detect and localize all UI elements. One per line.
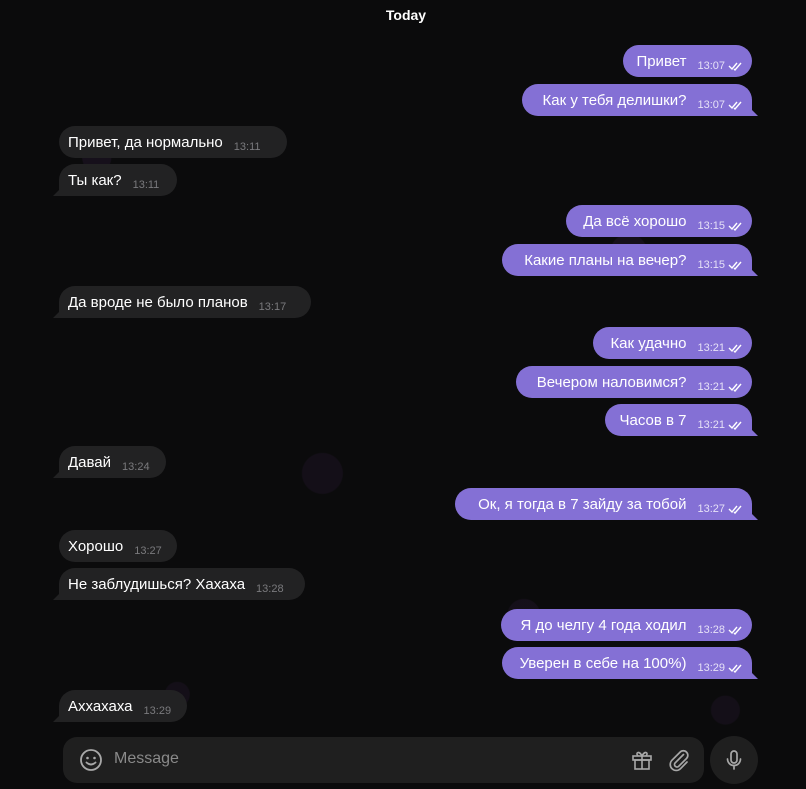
double-check-icon xyxy=(728,344,742,353)
message-text: Аххахаха xyxy=(68,697,133,715)
outgoing-message[interactable]: Привет 13:07 xyxy=(623,45,752,77)
incoming-message[interactable]: Ты как? 13:11 xyxy=(53,164,177,196)
outgoing-message[interactable]: Уверен в себе на 100%) 13:29 xyxy=(502,647,758,679)
message-time: 13:11 xyxy=(132,178,160,191)
message-text: Как удачно xyxy=(610,334,687,352)
message-time: 13:29 xyxy=(697,661,725,674)
message-time: 13:17 xyxy=(258,300,287,313)
message-text: Привет xyxy=(636,52,687,70)
message-time: 13:15 xyxy=(697,219,725,232)
outgoing-message[interactable]: Ок, я тогда в 7 зайду за тобой 13:27 xyxy=(455,488,758,520)
message-text: Привет, да нормально xyxy=(68,133,223,151)
outgoing-message[interactable]: Да всё хорошо 13:15 xyxy=(566,205,752,237)
paperclip-icon[interactable] xyxy=(667,748,691,777)
outgoing-message[interactable]: Часов в 7 13:21 xyxy=(605,404,758,436)
outgoing-message[interactable]: Вечером наловимся? 13:21 xyxy=(516,366,752,398)
message-time: 13:15 xyxy=(697,258,725,271)
incoming-message[interactable]: Да вроде не было планов 13:17 xyxy=(53,286,311,318)
double-check-icon xyxy=(728,261,742,270)
message-time: 13:29 xyxy=(143,704,172,717)
message-text: Уверен в себе на 100%) xyxy=(519,654,687,672)
double-check-icon xyxy=(728,383,742,392)
message-input[interactable]: Message xyxy=(114,750,179,768)
message-text: Ок, я тогда в 7 зайду за тобой xyxy=(478,495,687,513)
message-time: 13:11 xyxy=(233,140,261,153)
message-text: Ты как? xyxy=(68,171,122,189)
double-check-icon xyxy=(728,101,742,110)
incoming-message[interactable]: Привет, да нормально 13:11 xyxy=(59,126,287,158)
message-text: Да всё хорошо xyxy=(583,212,687,230)
message-text: Да вроде не было планов xyxy=(68,293,248,311)
double-check-icon xyxy=(728,62,742,71)
gift-icon[interactable] xyxy=(630,748,654,777)
smile-icon[interactable] xyxy=(79,748,103,777)
chat-window: Today Привет 13:07 Как у тебя делишки? 1… xyxy=(0,0,806,789)
date-separator: Today xyxy=(385,7,427,23)
message-text: Я до челгу 4 года ходил xyxy=(520,616,687,634)
message-time: 13:07 xyxy=(697,59,725,72)
outgoing-message[interactable]: Я до челгу 4 года ходил 13:28 xyxy=(501,609,752,641)
microphone-icon xyxy=(726,750,742,770)
incoming-message[interactable]: Аххахаха 13:29 xyxy=(53,690,187,722)
incoming-message[interactable]: Хорошо 13:27 xyxy=(59,530,177,562)
message-time: 13:21 xyxy=(697,380,725,393)
message-time: 13:07 xyxy=(697,98,725,111)
double-check-icon xyxy=(728,626,742,635)
message-time: 13:28 xyxy=(256,582,284,595)
outgoing-message[interactable]: Какие планы на вечер? 13:15 xyxy=(502,244,758,276)
message-text: Часов в 7 xyxy=(619,411,687,429)
message-text: Какие планы на вечер? xyxy=(524,251,687,269)
double-check-icon xyxy=(728,664,742,673)
double-check-icon xyxy=(728,421,742,430)
message-time: 13:24 xyxy=(122,460,150,473)
double-check-icon xyxy=(728,222,742,231)
double-check-icon xyxy=(728,505,742,514)
incoming-message[interactable]: Не заблудишься? Хахаха 13:28 xyxy=(53,568,305,600)
outgoing-message[interactable]: Как удачно 13:21 xyxy=(593,327,752,359)
message-text: Вечером наловимся? xyxy=(536,373,687,391)
incoming-message[interactable]: Давай 13:24 xyxy=(53,446,166,478)
message-text: Хорошо xyxy=(68,537,124,555)
message-text: Давай xyxy=(68,453,112,471)
message-composer[interactable]: Message xyxy=(63,737,704,783)
outgoing-message[interactable]: Как у тебя делишки? 13:07 xyxy=(522,84,758,116)
message-time: 13:21 xyxy=(697,418,725,431)
message-time: 13:27 xyxy=(697,502,725,515)
microphone-button[interactable] xyxy=(710,736,758,784)
message-time: 13:28 xyxy=(697,623,725,636)
message-time: 13:21 xyxy=(697,341,725,354)
message-text: Как у тебя делишки? xyxy=(542,91,687,109)
message-time: 13:27 xyxy=(134,544,162,557)
message-text: Не заблудишься? Хахаха xyxy=(68,575,246,593)
